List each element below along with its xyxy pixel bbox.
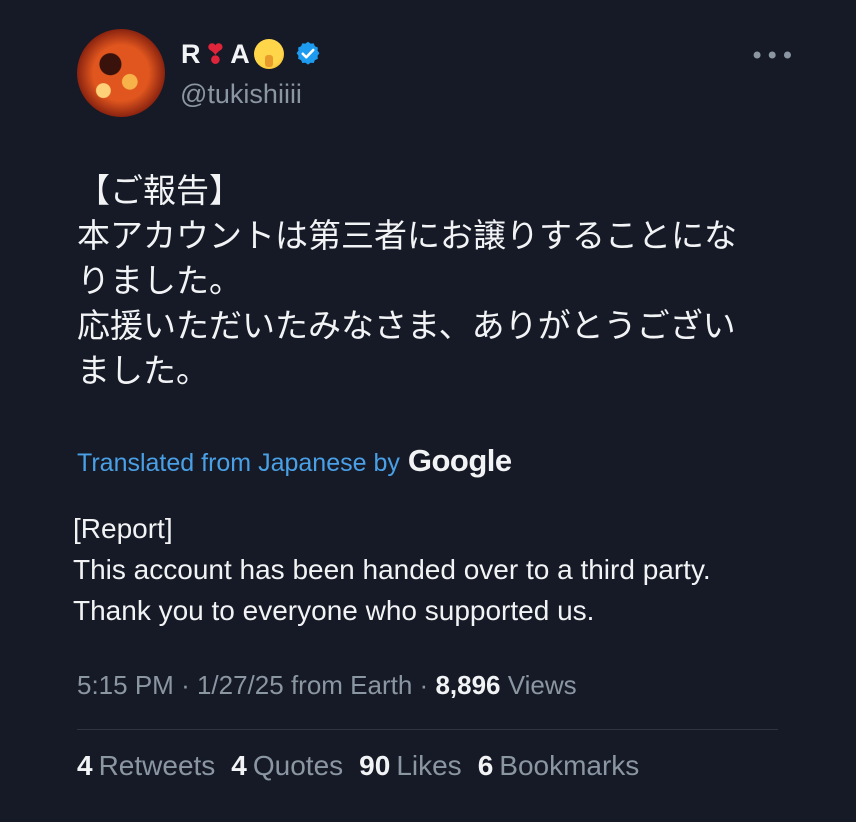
retweets-label: Retweets <box>98 750 216 781</box>
translation-line: This account has been handed over to a t… <box>73 554 711 585</box>
views-count: 8,896 <box>435 670 501 700</box>
display-name[interactable]: R ❣ A <box>181 36 322 72</box>
tweet-date[interactable]: 1/27/25 <box>197 670 284 700</box>
translated-from-label[interactable]: Translated from Japanese by <box>77 449 400 478</box>
tweet-location: from Earth <box>290 670 413 700</box>
tweet-metadata: 5:15 PM · 1/27/25 from Earth · 8,896 Vie… <box>77 670 577 700</box>
tweet-time[interactable]: 5:15 PM <box>77 670 174 700</box>
more-options-icon[interactable]: ••• <box>750 42 795 70</box>
likes-label: Likes <box>396 750 462 781</box>
tweet-line: 【ご報告】 <box>77 171 242 210</box>
quotes-label: Quotes <box>252 750 344 781</box>
engagement-stats: 4 Retweets 4 Quotes 90 Likes 6 Bookmarks <box>77 750 639 782</box>
tweet-line: 本アカウントは第三者にお譲りすることにな <box>77 216 737 255</box>
translation-attribution[interactable]: Translated from Japanese by Google <box>77 443 512 479</box>
verified-badge-icon <box>296 41 320 65</box>
tweet-line: 応援いただいたみなさま、ありがとうござい <box>77 306 736 345</box>
translation-line: [Report] <box>73 513 173 544</box>
avatar[interactable] <box>77 29 165 117</box>
name-letter: A <box>230 38 250 69</box>
quotes-count: 4 <box>231 750 247 781</box>
likes-count: 90 <box>359 750 391 781</box>
quotes-stat[interactable]: 4 Quotes <box>231 750 343 782</box>
shushing-face-icon <box>253 39 284 69</box>
tweet-text-translation: [Report] This account has been handed ov… <box>73 508 793 631</box>
bookmarks-count: 6 <box>477 750 494 781</box>
bookmarks-label: Bookmarks <box>499 750 640 781</box>
tweet-line: ました。 <box>77 351 209 390</box>
tweet-line: りました。 <box>77 261 242 300</box>
divider <box>77 729 778 730</box>
likes-stat[interactable]: 90 Likes <box>359 750 462 782</box>
name-prefix: R <box>181 38 201 69</box>
heart-exclamation-icon: ❣ <box>204 38 227 69</box>
tweet-text-japanese: 【ご報告】 本アカウントは第三者にお譲りすることにな りました。 応援いただいた… <box>77 168 777 393</box>
retweets-count: 4 <box>77 750 93 781</box>
views-label: Views <box>507 670 577 700</box>
translation-line: Thank you to everyone who supported us. <box>73 595 595 626</box>
user-handle[interactable]: @tukishiiii <box>180 79 302 110</box>
google-logo: Google <box>407 443 512 478</box>
retweets-stat[interactable]: 4 Retweets <box>77 750 215 782</box>
bookmarks-stat[interactable]: 6 Bookmarks <box>478 750 640 782</box>
